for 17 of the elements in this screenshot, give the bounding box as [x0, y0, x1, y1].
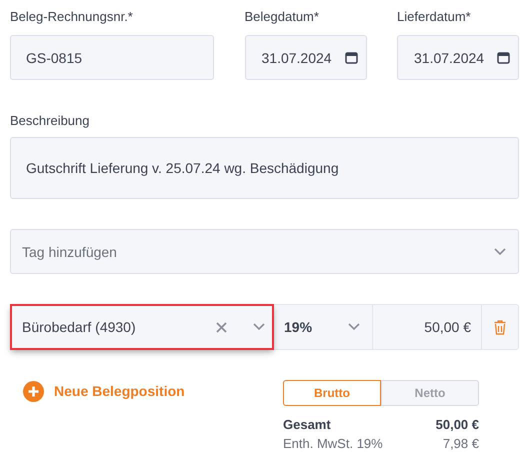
input-field[interactable]: 31.07.2024: [397, 35, 519, 80]
total-label: Enth. MwSt. 19%: [283, 436, 383, 451]
field-label: Belegdatum*: [244, 8, 320, 25]
description-field[interactable]: Gutschrift Lieferung v. 25.07.24 wg. Beschädigung: [10, 137, 519, 199]
field-label: Beleg-Rechnungsnr.*: [10, 8, 134, 25]
input-field[interactable]: GS-0815: [10, 35, 214, 80]
total-value: 7,98 €: [442, 436, 479, 451]
total-value: 50,00 €: [436, 417, 479, 432]
field-label: Beschreibung: [10, 112, 90, 129]
calendar-icon[interactable]: [344, 51, 358, 64]
calendar-icon[interactable]: [497, 51, 510, 64]
tag-select[interactable]: Tag hinzufügen: [10, 229, 519, 274]
input-field[interactable]: 31.07.2024: [244, 35, 366, 80]
plus-circle-icon: [23, 380, 44, 402]
field-label: Lieferdatum*: [397, 8, 472, 25]
total-label: Gesamt: [283, 417, 331, 432]
chevron-down-icon: [494, 248, 506, 256]
